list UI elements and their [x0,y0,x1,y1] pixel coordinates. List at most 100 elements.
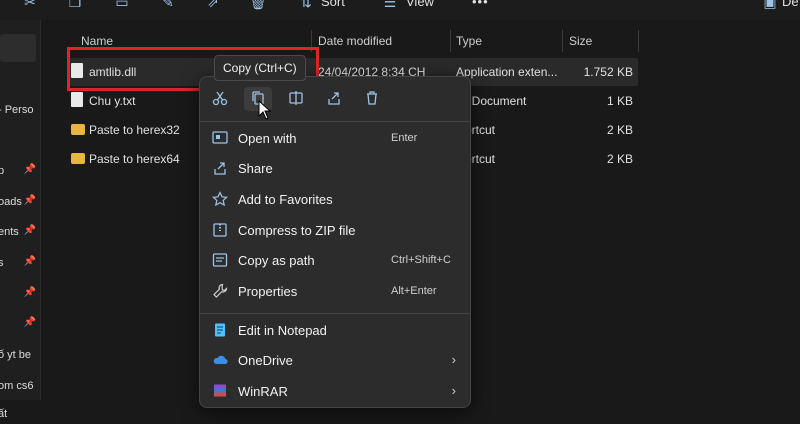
chevron-right-icon: › [451,383,456,398]
menu-item-share[interactable]: Share [200,153,470,183]
column-header-date[interactable]: Date modified [318,34,392,48]
share-icon [214,162,226,175]
sidebar-item[interactable]: s 📌 [0,255,40,273]
file-size: 2 KB [606,152,633,166]
menu-item-label: OneDrive [238,353,293,368]
sidebar-item-label: oads [0,196,22,208]
column-header-type[interactable]: Type [456,34,482,48]
context-menu: Open with Enter Share Add to Favorites C… [199,76,471,408]
sort-button[interactable]: Sort [321,0,345,9]
file-size: 1.752 KB [583,65,633,79]
command-bar: ✂ ❐ ▭ ✎ ⇗ 🗑 ⇅ Sort ☰ View ••• ▣ De [0,0,800,20]
sidebar-item[interactable]: - Perso [0,102,40,120]
pin-icon: 📌 [23,164,36,175]
menu-item-label: Edit in Notepad [238,323,327,338]
delete-action[interactable] [358,87,386,111]
pin-icon: 📌 [23,317,36,328]
zip-icon [213,223,227,237]
sidebar-item-label: om cs6 [0,380,34,392]
mouse-cursor-icon [258,100,272,120]
pin-icon: 📌 [23,195,36,206]
onedrive-icon [213,355,228,365]
sidebar-item[interactable]: 📌 [0,286,40,304]
text-file-icon [71,92,83,107]
column-divider[interactable] [638,30,639,52]
folder-shortcut-icon [71,153,85,164]
winrar-icon [214,384,226,397]
menu-separator [200,121,470,122]
menu-item-open-with[interactable]: Open with Enter [200,123,470,153]
pin-icon: 📌 [23,225,36,236]
menu-item-properties[interactable]: Properties Alt+Enter [200,276,470,306]
menu-item-shortcut: Ctrl+Shift+C [391,254,451,266]
menu-item-label: Properties [238,284,298,299]
notepad-icon [215,323,225,337]
menu-item-label: Share [238,161,273,176]
paste-icon[interactable]: ▭ [112,0,132,14]
menu-item-shortcut: Enter [391,132,418,144]
pin-icon: 📌 [23,256,36,267]
chevron-right-icon: › [451,352,456,367]
more-options-button[interactable]: ••• [472,0,489,9]
column-divider[interactable] [450,30,451,52]
menu-item-label: Copy as path [238,253,315,268]
file-type: t Document [465,94,527,108]
menu-separator [200,313,470,314]
sidebar-item[interactable]: oads 📌 [0,194,40,212]
open-with-icon [212,131,228,144]
details-pane-icon[interactable]: ▣ [760,0,780,14]
menu-item-winrar[interactable]: WinRAR › [200,376,470,406]
details-button[interactable]: De [782,0,799,9]
sidebar-item-label: ents [0,226,19,238]
sidebar-item[interactable]: ất [0,406,40,424]
sidebar-item[interactable]: 📌 [0,316,40,334]
delete-icon [367,91,377,105]
file-name: Chu y.txt [89,94,136,108]
menu-item-add-to-favorites[interactable]: Add to Favorites [200,184,470,214]
sidebar-selected-item[interactable] [0,34,36,62]
file-size: 1 KB [606,94,633,108]
star-icon [212,191,228,207]
cut-icon [212,91,228,106]
menu-item-onedrive[interactable]: OneDrive › [200,345,470,375]
copy-icon[interactable]: ❐ [65,0,85,14]
rename-action[interactable] [282,87,310,111]
navigation-pane: - Perso p 📌 oads 📌 ents 📌 s 📌 📌 📌 ố yt be om… [0,20,41,420]
view-icon[interactable]: ☰ [380,0,400,14]
copy-path-icon [212,253,228,267]
menu-item-shortcut: Alt+Enter [391,285,437,297]
menu-item-edit-in-notepad[interactable]: Edit in Notepad [200,315,470,345]
sidebar-item[interactable]: ents 📌 [0,224,40,242]
column-header-name[interactable]: Name [81,34,113,48]
delete-icon[interactable]: 🗑 [248,0,268,14]
menu-item-label: Compress to ZIP file [238,223,356,238]
file-type: Application exten... [456,65,558,79]
sidebar-item-label: ất [0,408,8,420]
sidebar-item-label: ố yt be [0,349,32,361]
sidebar-item-label: - Perso [0,104,34,116]
rename-icon [289,91,303,105]
column-divider[interactable] [562,30,563,52]
sidebar-item[interactable]: om cs6 [0,378,40,396]
sidebar-item[interactable]: ố yt be [0,347,40,365]
menu-item-label: Add to Favorites [238,192,333,207]
menu-item-copy-as-path[interactable]: Copy as path Ctrl+Shift+C [200,245,470,275]
view-button[interactable]: View [406,0,434,9]
menu-item-compress-zip[interactable]: Compress to ZIP file [200,215,470,245]
wrench-icon [213,283,228,298]
sort-icon[interactable]: ⇅ [296,0,316,14]
pin-icon: 📌 [23,287,36,298]
sidebar-item-label: s [0,257,4,269]
cut-action[interactable] [206,87,234,111]
folder-shortcut-icon [71,124,85,135]
file-size: 2 KB [606,123,633,137]
sidebar-item[interactable]: p 📌 [0,163,40,181]
menu-item-label: WinRAR [238,384,288,399]
share-action[interactable] [320,87,348,111]
sidebar-item-label: p [0,165,5,177]
column-header-size[interactable]: Size [569,34,592,48]
file-name: Paste to herex64 [89,152,180,166]
cut-icon[interactable]: ✂ [20,0,40,14]
share-icon[interactable]: ⇗ [203,0,223,14]
rename-icon[interactable]: ✎ [158,0,178,14]
